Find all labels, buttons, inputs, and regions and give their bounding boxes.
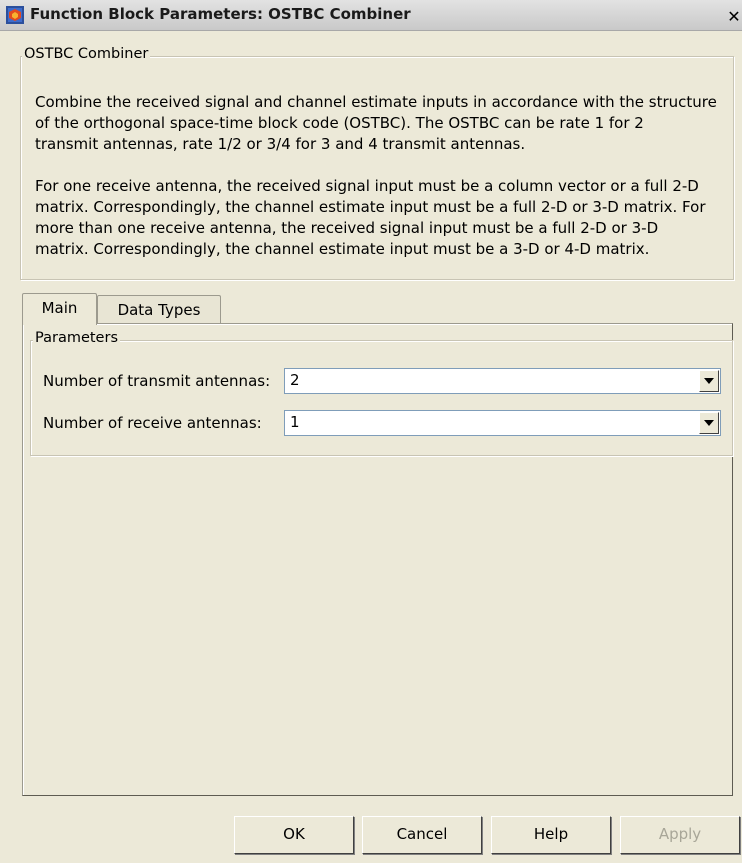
window-title: Function Block Parameters: OSTBC Combine… — [30, 5, 411, 23]
close-icon[interactable]: ✕ — [726, 9, 742, 27]
tab-data-types-label: Data Types — [117, 301, 201, 319]
tab-main-label: Main — [41, 299, 78, 317]
tab-main[interactable]: Main — [22, 293, 97, 325]
transmit-antennas-label: Number of transmit antennas: — [43, 372, 271, 390]
description-line: transmit antennas, rate 1/2 or 3/4 for 3… — [35, 135, 526, 153]
description-line: matrix. Correspondingly, the channel est… — [35, 240, 650, 258]
apply-button[interactable]: Apply — [620, 816, 740, 854]
description-line: of the orthogonal space-time block code … — [35, 114, 644, 132]
description-line: matrix. Correspondingly, the channel est… — [35, 198, 706, 216]
description-line: Combine the received signal and channel … — [35, 93, 717, 111]
parameters-legend: Parameters — [33, 330, 120, 346]
simulink-block-icon — [6, 6, 24, 24]
transmit-antennas-value: 2 — [290, 371, 300, 389]
transmit-antennas-dropdown[interactable]: 2 — [284, 368, 721, 394]
cancel-button[interactable]: Cancel — [362, 816, 482, 854]
parameters-group — [30, 340, 733, 456]
block-name-legend: OSTBC Combiner — [22, 46, 151, 62]
help-button[interactable]: Help — [491, 816, 611, 854]
ok-button[interactable]: OK — [234, 816, 354, 854]
chevron-down-icon[interactable] — [699, 370, 719, 392]
description-line: For one receive antenna, the received si… — [35, 177, 699, 195]
receive-antennas-value: 1 — [290, 413, 300, 431]
receive-antennas-dropdown[interactable]: 1 — [284, 410, 721, 436]
block-description: Combine the received signal and channel … — [35, 92, 717, 260]
description-line: more than one receive antenna, the recei… — [35, 219, 659, 237]
chevron-down-icon[interactable] — [699, 412, 719, 434]
title-bar: Function Block Parameters: OSTBC Combine… — [0, 0, 742, 31]
receive-antennas-label: Number of receive antennas: — [43, 414, 262, 432]
tab-data-types[interactable]: Data Types — [97, 295, 221, 325]
